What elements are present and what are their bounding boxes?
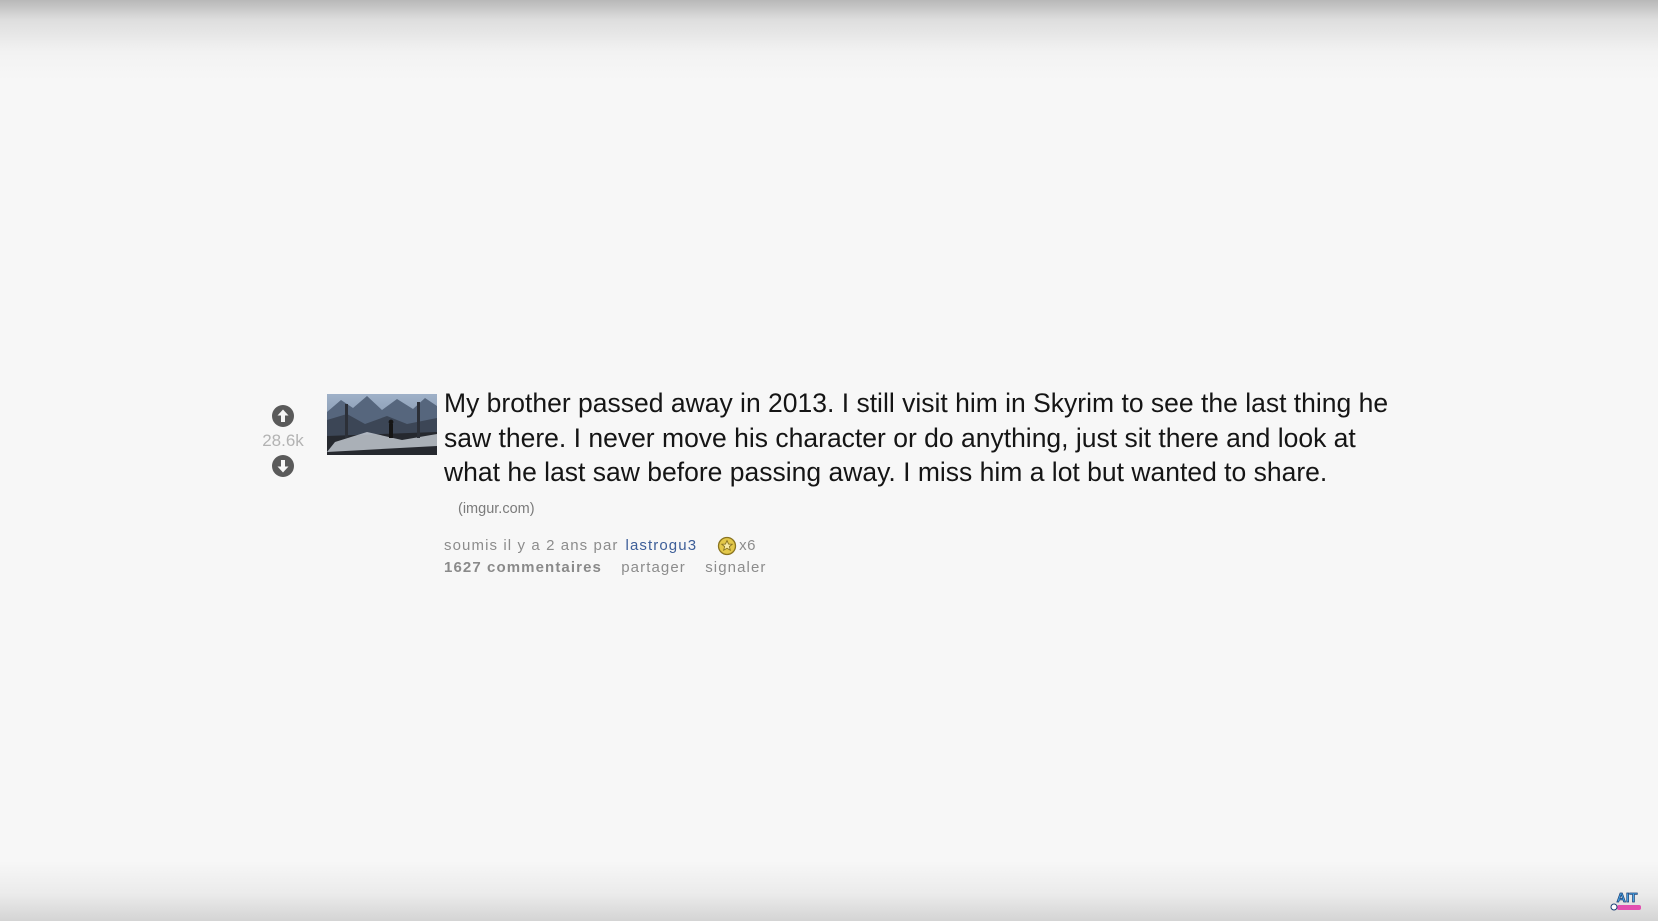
skyrim-screenshot-image xyxy=(327,394,437,455)
vote-column: 28.6k xyxy=(258,404,308,478)
share-link[interactable]: partager xyxy=(621,559,686,576)
post-title[interactable]: My brother passed away in 2013. I still … xyxy=(444,388,1388,487)
post-thumbnail[interactable] xyxy=(327,394,437,455)
top-vignette xyxy=(0,0,1658,80)
downvote-arrow-icon[interactable] xyxy=(271,454,295,478)
vote-score: 28.6k xyxy=(262,431,304,450)
author-link[interactable]: lastrogu3 xyxy=(626,535,698,557)
report-link[interactable]: signaler xyxy=(705,559,766,576)
post-meta: soumis il y a 2 ans par lastrogu3 x6 xyxy=(444,535,1404,557)
post-body: My brother passed away in 2013. I still … xyxy=(444,386,1404,579)
upvote-arrow-icon[interactable] xyxy=(271,404,295,428)
submitted-text: soumis il y a 2 ans par xyxy=(444,537,619,554)
gold-award-icon xyxy=(717,536,737,556)
channel-logo-icon: AIT xyxy=(1610,890,1641,911)
post-title-line: My brother passed away in 2013. I still … xyxy=(444,386,1404,526)
award-count: x6 xyxy=(739,537,756,554)
post-domain[interactable]: (imgur.com) xyxy=(458,501,535,517)
watermark-text: AIT xyxy=(1617,890,1638,905)
award-badge: x6 xyxy=(717,535,756,557)
comments-link[interactable]: 1627 commentaires xyxy=(444,559,602,576)
bottom-vignette xyxy=(0,861,1658,921)
post-actions: 1627 commentaires partager signaler xyxy=(444,557,1404,579)
